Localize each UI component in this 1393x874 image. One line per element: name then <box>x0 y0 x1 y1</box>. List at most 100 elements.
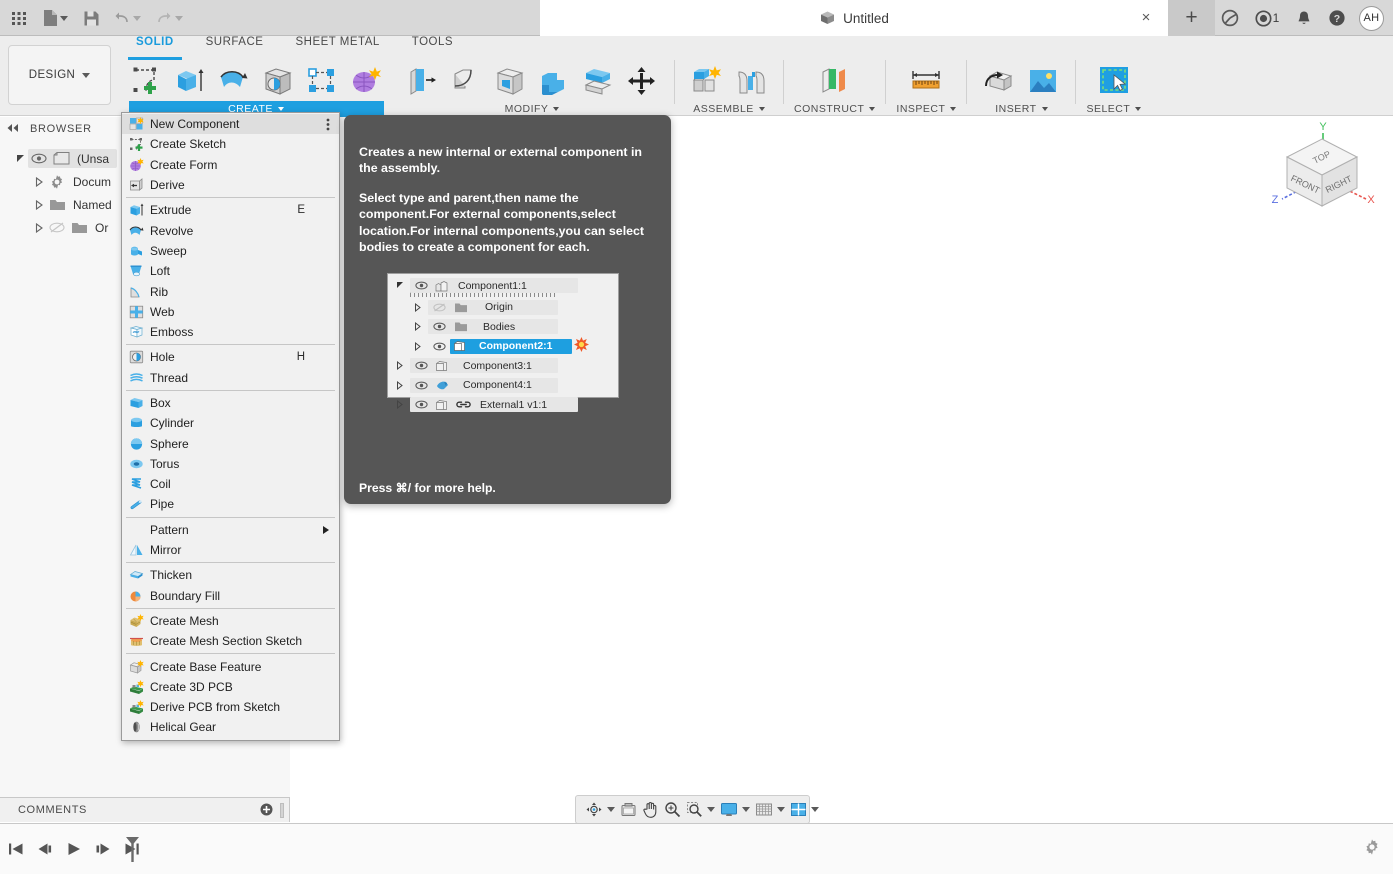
step-forward-icon[interactable] <box>91 837 115 861</box>
fillet-icon[interactable] <box>444 60 488 102</box>
orbit-icon[interactable] <box>583 799 617 821</box>
tab-surface[interactable]: SURFACE <box>190 36 280 57</box>
offset-face-icon[interactable] <box>576 60 620 102</box>
grid-snap-icon[interactable] <box>753 799 787 821</box>
visibility-hidden-icon[interactable] <box>46 222 68 233</box>
expand-arrow-icon[interactable] <box>14 154 28 164</box>
chevron-down-icon[interactable] <box>175 15 183 21</box>
help-icon[interactable]: ? <box>1322 3 1352 33</box>
tab-sheet-metal[interactable]: SHEET METAL <box>279 36 395 57</box>
new-tab-button[interactable]: + <box>1168 0 1215 36</box>
shell-icon[interactable] <box>488 60 532 102</box>
insert-derive-icon[interactable] <box>977 60 1021 102</box>
menu-item-sweep[interactable]: Sweep <box>122 241 339 261</box>
create-dropdown-menu[interactable]: New Component Create Sketch Create Form … <box>121 112 340 741</box>
ribbon-group-label-inspect[interactable]: INSPECT <box>896 101 957 116</box>
chevron-down-icon[interactable] <box>133 15 141 21</box>
menu-item-create-mesh-section-sketch[interactable]: Create Mesh Section Sketch <box>122 631 339 651</box>
menu-item-new-component[interactable]: New Component <box>122 114 339 135</box>
notifications-icon[interactable] <box>1289 3 1319 33</box>
collapse-panel-icon[interactable] <box>6 123 20 136</box>
menu-item-hole[interactable]: Hole H <box>122 347 339 367</box>
measure-icon[interactable] <box>904 60 948 102</box>
menu-item-derive[interactable]: Derive <box>122 175 339 195</box>
undo-icon[interactable] <box>106 3 148 33</box>
ribbon-group-label-insert[interactable]: INSERT <box>977 101 1065 116</box>
create-form-icon[interactable] <box>344 60 388 102</box>
avatar[interactable]: AH <box>1359 5 1384 31</box>
redo-icon[interactable] <box>148 3 190 33</box>
extension-icon[interactable] <box>1215 3 1245 33</box>
press-pull-icon[interactable] <box>400 60 444 102</box>
menu-item-create-mesh[interactable]: Create Mesh <box>122 611 339 631</box>
menu-item-create-base-feature[interactable]: Create Base Feature <box>122 656 339 676</box>
view-cube[interactable]: Y X Z TOP FRONT RIGHT <box>1267 121 1377 226</box>
ribbon-group-label-assemble[interactable]: ASSEMBLE <box>685 101 773 116</box>
comments-bar[interactable]: COMMENTS <box>0 797 290 822</box>
pan-icon[interactable] <box>640 799 661 821</box>
combine-icon[interactable] <box>532 60 576 102</box>
menu-item-emboss[interactable]: Emboss <box>122 322 339 342</box>
step-back-icon[interactable] <box>33 837 57 861</box>
menu-item-mirror[interactable]: Mirror <box>122 540 339 560</box>
insert-image-icon[interactable] <box>1021 60 1065 102</box>
expand-arrow-icon[interactable] <box>32 199 46 210</box>
menu-item-box[interactable]: Box <box>122 393 339 413</box>
menu-item-derive-pcb-from-sketch[interactable]: Derive PCB from Sketch <box>122 697 339 717</box>
play-icon[interactable] <box>62 837 86 861</box>
expand-arrow-icon[interactable] <box>32 176 46 187</box>
hole-icon[interactable] <box>256 60 300 102</box>
menu-item-pipe[interactable]: Pipe <box>122 494 339 514</box>
ribbon-group-label-construct[interactable]: CONSTRUCT <box>794 101 876 116</box>
panel-resize-handle[interactable] <box>280 803 284 818</box>
ribbon-group-label-modify[interactable]: MODIFY <box>400 101 664 116</box>
revolve-icon[interactable] <box>212 60 256 102</box>
display-settings-icon[interactable] <box>718 799 752 821</box>
look-at-icon[interactable] <box>618 799 639 821</box>
menu-item-thread[interactable]: Thread <box>122 368 339 388</box>
menu-item-rib[interactable]: Rib <box>122 281 339 301</box>
menu-item-revolve[interactable]: Revolve <box>122 220 339 240</box>
save-icon[interactable] <box>76 3 106 33</box>
menu-item-boundary-fill[interactable]: Boundary Fill <box>122 586 339 606</box>
move-copy-icon[interactable] <box>620 60 664 102</box>
menu-item-cylinder[interactable]: Cylinder <box>122 413 339 433</box>
zoom-icon[interactable] <box>662 799 683 821</box>
menu-item-thicken[interactable]: Thicken <box>122 565 339 585</box>
document-tab[interactable]: Untitled × <box>540 0 1168 36</box>
viewports-icon[interactable] <box>788 799 821 821</box>
menu-item-create-3d-pcb[interactable]: Create 3D PCB <box>122 677 339 697</box>
menu-item-pattern[interactable]: Pattern <box>122 520 339 540</box>
extrude-icon[interactable] <box>168 60 212 102</box>
menu-item-torus[interactable]: Torus <box>122 454 339 474</box>
tab-solid[interactable]: SOLID <box>120 36 190 60</box>
job-status-icon[interactable]: 1 <box>1248 3 1286 33</box>
add-comment-icon[interactable] <box>260 803 273 819</box>
apps-grid-icon[interactable] <box>4 3 34 33</box>
chevron-down-icon[interactable] <box>607 807 615 812</box>
ribbon-group-label-select[interactable]: SELECT <box>1086 101 1142 116</box>
menu-item-create-sketch[interactable]: Create Sketch <box>122 134 339 154</box>
chevron-down-icon[interactable] <box>742 807 750 812</box>
new-file-icon[interactable] <box>34 3 76 33</box>
timeline-settings-icon[interactable] <box>1363 838 1381 861</box>
kebab-menu-icon[interactable] <box>326 118 330 134</box>
chevron-down-icon[interactable] <box>59 15 68 21</box>
go-to-beginning-icon[interactable] <box>4 837 28 861</box>
menu-item-coil[interactable]: Coil <box>122 474 339 494</box>
select-window-icon[interactable] <box>1092 60 1136 102</box>
zoom-window-icon[interactable] <box>684 799 717 821</box>
tab-tools[interactable]: TOOLS <box>396 36 469 57</box>
joint-icon[interactable] <box>729 60 773 102</box>
workspace-switcher[interactable]: DESIGN <box>8 45 111 105</box>
chevron-down-icon[interactable] <box>707 807 715 812</box>
timeline-marker-icon[interactable] <box>124 836 141 868</box>
menu-item-loft[interactable]: Loft <box>122 261 339 281</box>
menu-item-create-form[interactable]: Create Form <box>122 155 339 175</box>
menu-item-web[interactable]: Web <box>122 302 339 322</box>
expand-arrow-icon[interactable] <box>32 222 46 233</box>
close-icon[interactable]: × <box>1138 10 1154 26</box>
menu-item-sphere[interactable]: Sphere <box>122 433 339 453</box>
pattern-icon[interactable] <box>300 60 344 102</box>
menu-item-helical-gear[interactable]: Helical Gear <box>122 717 339 737</box>
